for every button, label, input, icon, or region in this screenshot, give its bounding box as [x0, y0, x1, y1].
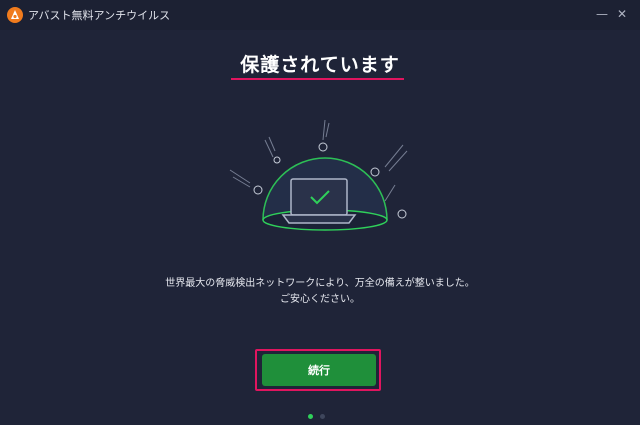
title-underline: [231, 78, 404, 80]
pagination-dot-1[interactable]: [308, 414, 313, 419]
pagination-dots: [308, 404, 332, 419]
avast-logo-icon: [7, 7, 23, 23]
page-title: 保護されています: [240, 54, 400, 76]
minimize-icon[interactable]: —: [594, 6, 610, 22]
title-bar: アバスト無料アンチウイルス — ✕: [0, 0, 640, 30]
app-title: アバスト無料アンチウイルス: [28, 9, 171, 22]
continue-button[interactable]: 続行: [262, 354, 376, 386]
close-icon[interactable]: ✕: [614, 6, 630, 22]
message-line-2: ご安心ください。: [280, 294, 360, 305]
heading-container: 保護されています: [0, 50, 640, 81]
shield-laptop-illustration: [229, 119, 408, 231]
message-line-1: 世界最大の脅威検出ネットワークにより、万全の備えが整いました。: [165, 278, 475, 289]
pagination-dot-2[interactable]: [320, 414, 325, 419]
protection-message: 世界最大の脅威検出ネットワークにより、万全の備えが整いました。 ご安心ください。: [0, 276, 640, 308]
